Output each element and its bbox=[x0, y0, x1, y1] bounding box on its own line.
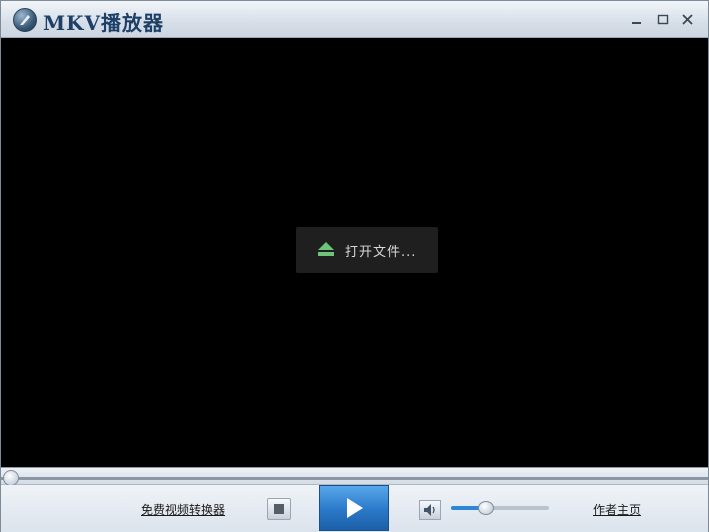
play-button[interactable] bbox=[319, 485, 389, 531]
mkv-logo-icon bbox=[13, 8, 37, 32]
maximize-icon bbox=[657, 14, 669, 25]
open-file-button[interactable]: 打开文件... bbox=[296, 227, 438, 273]
minimize-button[interactable] bbox=[627, 10, 647, 30]
eject-icon bbox=[318, 242, 334, 256]
open-file-label: 打开文件... bbox=[345, 245, 417, 260]
seek-track[interactable] bbox=[1, 477, 708, 480]
stop-icon bbox=[274, 504, 284, 514]
close-button[interactable] bbox=[678, 10, 698, 30]
window-title: MKV播放器 bbox=[43, 11, 165, 35]
minimize-icon bbox=[632, 22, 641, 24]
stop-button[interactable] bbox=[267, 498, 291, 520]
author-homepage-link[interactable]: 作者主页 bbox=[593, 501, 641, 518]
volume-handle[interactable] bbox=[478, 501, 495, 515]
close-icon bbox=[682, 14, 693, 25]
free-converter-link[interactable]: 免费视频转换器 bbox=[141, 501, 225, 518]
title-bar[interactable]: MKV播放器 bbox=[1, 1, 708, 38]
volume-slider[interactable] bbox=[451, 501, 549, 515]
seek-handle[interactable] bbox=[3, 470, 19, 486]
play-icon bbox=[347, 498, 363, 518]
seek-bar[interactable] bbox=[1, 467, 708, 486]
mute-button[interactable] bbox=[419, 500, 441, 520]
speaker-icon bbox=[424, 504, 435, 516]
player-window: MKV播放器 打开文件... 免费视频转换器 作者主页 bbox=[0, 0, 709, 532]
maximize-button[interactable] bbox=[653, 10, 673, 30]
